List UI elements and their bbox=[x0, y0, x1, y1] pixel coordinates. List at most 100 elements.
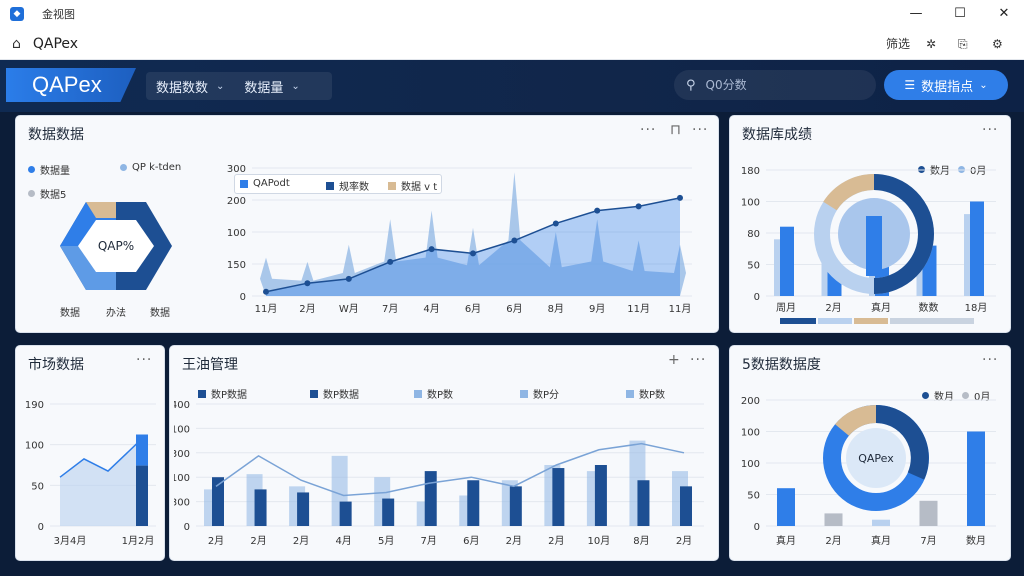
x-tick-label: 11月 bbox=[669, 303, 692, 315]
nav-item-volume[interactable]: 数据量 ⌄ bbox=[234, 77, 309, 96]
bar bbox=[680, 486, 692, 526]
more-icon[interactable]: ··· bbox=[692, 122, 708, 138]
close-button[interactable]: ✕ bbox=[994, 4, 1014, 24]
x-tick-label: 周月 bbox=[776, 302, 796, 314]
data-point bbox=[304, 280, 311, 287]
search-input[interactable] bbox=[705, 78, 856, 92]
more-icon[interactable]: ··· bbox=[136, 352, 152, 368]
chevron-down-icon: ⌄ bbox=[979, 79, 988, 91]
x-tick-label: 真月 bbox=[871, 301, 891, 314]
range-slider-segment bbox=[890, 318, 974, 324]
x-tick-label: 9月 bbox=[589, 303, 605, 315]
chevron-down-icon: ⌄ bbox=[216, 80, 225, 92]
data-point bbox=[552, 220, 559, 227]
oil-bar-chart: 400 100 300 100 300 0 2月 2月 2月 4月 5月 7月 6月 2月 2月 10月 8月 2… bbox=[174, 400, 704, 547]
pie-bottom-label: 办法 bbox=[106, 308, 126, 319]
bar bbox=[254, 489, 267, 526]
copy-icon[interactable]: ⎘ bbox=[958, 34, 968, 54]
data-point bbox=[511, 237, 518, 244]
data-point bbox=[635, 203, 642, 210]
x-tick-label: 2月 bbox=[293, 535, 309, 547]
x-tick-label: 7月 bbox=[382, 303, 398, 315]
y-tick-label: 400 bbox=[174, 400, 190, 411]
maximize-button[interactable]: ☐ bbox=[950, 4, 970, 24]
bar bbox=[297, 492, 310, 526]
card-title: 王油管理 bbox=[182, 357, 238, 373]
x-tick-label: 7月 bbox=[920, 535, 936, 547]
card-database-results: 数据库成绩 ··· 数月 0月 180 100 80 50 0 周月 2月 真月 数数 18月 bbox=[730, 116, 1010, 332]
y-tick-label: 200 bbox=[741, 396, 760, 407]
main-nav: 数据数数 ⌄ 数据量 ⌄ bbox=[146, 72, 332, 100]
x-tick-label: 11月 bbox=[627, 303, 650, 315]
chevron-down-icon: ⌄ bbox=[291, 80, 300, 92]
more-icon[interactable]: ··· bbox=[640, 122, 656, 138]
more-icon[interactable]: ··· bbox=[982, 122, 998, 138]
hexagon-label: QAP% bbox=[98, 239, 134, 253]
card-market-data: 市场数据 ··· 190 100 50 0 3月4月 1月2月 bbox=[16, 346, 164, 560]
filter-button[interactable]: 筛选 bbox=[886, 34, 910, 54]
bar bbox=[424, 471, 437, 526]
list-icon: ☰ bbox=[904, 78, 916, 92]
x-tick-label: 2月 bbox=[825, 302, 841, 314]
y-tick-label: 50 bbox=[31, 481, 44, 492]
data-point bbox=[387, 258, 394, 265]
star-icon[interactable]: ✲ bbox=[926, 34, 936, 54]
x-tick-label: 11月 bbox=[255, 303, 278, 315]
plus-icon[interactable]: + bbox=[668, 352, 681, 368]
search-box: ⚲ bbox=[674, 70, 876, 100]
nav-item-data[interactable]: 数据数数 ⌄ bbox=[146, 77, 234, 96]
data-point bbox=[470, 250, 476, 257]
x-tick-label: 2月 bbox=[548, 535, 564, 547]
y-tick-label: 0 bbox=[754, 292, 760, 303]
card-data-overview: 数据数据 ··· ⊓ ··· 数据量 QP k-tden 数据5 QAP% 数据… bbox=[16, 116, 718, 332]
more-icon[interactable]: ··· bbox=[690, 352, 706, 368]
x-tick-label: 2月 bbox=[250, 535, 266, 547]
settings-icon[interactable]: ⚙ bbox=[992, 34, 1003, 54]
x-tick-label: 2月 bbox=[208, 535, 224, 547]
y-tick-label: 300 bbox=[227, 164, 246, 175]
card-title: 数据数据 bbox=[28, 127, 84, 143]
brand-logo[interactable]: QAPex bbox=[6, 68, 136, 102]
more-icon[interactable]: ··· bbox=[982, 352, 998, 368]
donut-segment bbox=[835, 404, 877, 437]
card-oil-management: 王油管理 + ··· 数P数据 数P数据 数P数 数P分 数P数 400 100 3… bbox=[170, 346, 718, 560]
nav-item-label: 数据量 bbox=[244, 80, 284, 96]
x-tick-label: 4月 bbox=[335, 535, 351, 547]
y-tick-label: 0 bbox=[184, 522, 190, 533]
y-tick-label: 190 bbox=[25, 400, 44, 411]
trend-line bbox=[215, 442, 685, 497]
bar bbox=[919, 500, 938, 526]
home-icon[interactable]: ⌂ bbox=[12, 36, 21, 52]
data-point bbox=[263, 288, 269, 295]
bar bbox=[777, 488, 795, 526]
y-tick-label: 0 bbox=[240, 292, 246, 303]
x-tick-label: 6月 bbox=[465, 303, 481, 315]
bar bbox=[339, 501, 352, 526]
bar bbox=[637, 480, 650, 526]
x-tick-label: 真月 bbox=[776, 534, 796, 547]
x-tick-label: 6月 bbox=[506, 303, 522, 315]
bar bbox=[509, 486, 522, 526]
y-tick-label: 0 bbox=[38, 522, 44, 533]
x-tick-label: 2月 bbox=[676, 535, 692, 547]
y-tick-label: 0 bbox=[754, 522, 760, 533]
bar bbox=[382, 498, 395, 526]
y-tick-label: 180 bbox=[741, 166, 760, 177]
data-point bbox=[345, 275, 352, 282]
x-tick-label: 6月 bbox=[463, 535, 479, 547]
pin-icon[interactable]: ⊓ bbox=[670, 122, 682, 138]
area-chart: 300 200 100 150 0 11月 2月 W月 7月 4月 6月 6月 8月 9月 11月 11月 bbox=[227, 164, 692, 315]
data-point-button[interactable]: ☰ 数据指点 ⌄ bbox=[884, 70, 1008, 100]
app-icon: ◆ bbox=[10, 7, 24, 21]
y-tick-label: 150 bbox=[227, 260, 246, 271]
y-tick-label: 300 bbox=[174, 449, 190, 460]
card-title: 市场数据 bbox=[28, 357, 84, 373]
card-data-degree: 5数据数据度 ··· 数月 0月 200 100 100 50 0 QAPex 真月 2月 真月… bbox=[730, 346, 1010, 560]
minimize-button[interactable]: — bbox=[906, 4, 926, 24]
x-tick-label: 3月4月 bbox=[54, 535, 87, 547]
x-tick-label: 真月 bbox=[871, 534, 891, 547]
window-title: 金视图 bbox=[42, 8, 75, 21]
bar bbox=[866, 216, 882, 276]
y-tick-label: 100 bbox=[227, 228, 246, 239]
address-bar: ⌂ QAPex 筛选 ✲ ⎘ ⚙ bbox=[0, 28, 1024, 60]
